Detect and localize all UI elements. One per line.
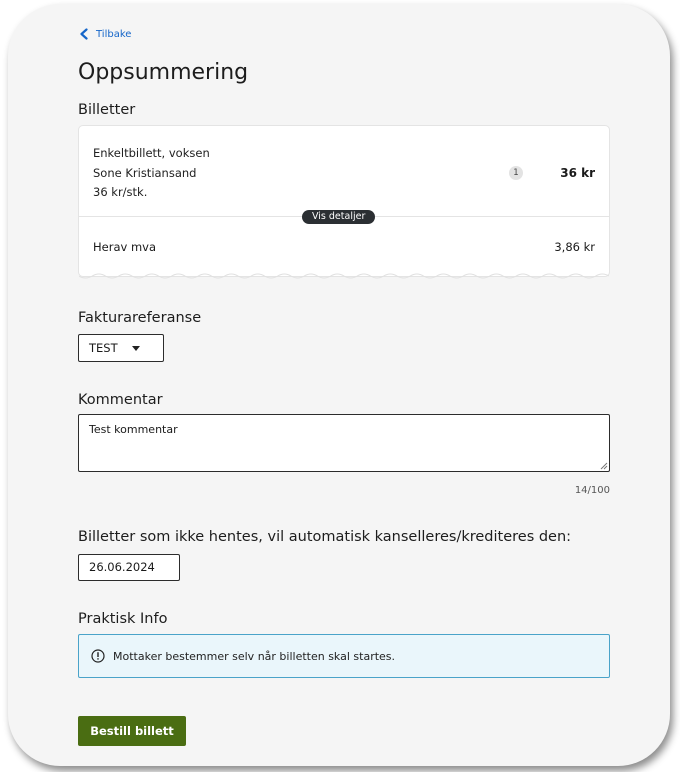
caret-down-icon xyxy=(131,345,140,351)
invoice-reference-value: TEST xyxy=(89,341,118,355)
resize-handle-icon[interactable] xyxy=(600,462,608,470)
quantity-badge: 1 xyxy=(509,166,523,180)
order-ticket-button[interactable]: Bestill billett xyxy=(78,716,186,746)
ticket-unit-price: 36 kr/stk. xyxy=(93,185,148,199)
back-link-label: Tilbake xyxy=(96,28,132,40)
receipt-edge xyxy=(79,273,609,279)
back-link[interactable]: Tilbake xyxy=(78,28,131,40)
info-alert: Mottaker bestemmer selv når billetten sk… xyxy=(78,634,610,678)
ticket-total-price: 36 kr xyxy=(560,166,595,180)
chevron-left-icon xyxy=(80,28,88,40)
tickets-heading: Billetter xyxy=(78,102,136,118)
vat-label: Herav mva xyxy=(93,240,157,254)
cancellation-date-field[interactable]: 26.06.2024 xyxy=(78,554,180,581)
summary-card: Tilbake Oppsummering Billetter Enkeltbil… xyxy=(8,4,670,766)
practical-info-heading: Praktisk Info xyxy=(78,611,168,627)
ticket-name: Enkeltbillett, voksen xyxy=(93,146,210,160)
page-title: Oppsummering xyxy=(78,60,249,85)
show-details-button[interactable]: Vis detaljer xyxy=(302,210,376,224)
info-circle-icon xyxy=(91,649,105,663)
comment-heading: Kommentar xyxy=(78,392,163,408)
info-message: Mottaker bestemmer selv når billetten sk… xyxy=(113,649,396,663)
comment-char-counter: 14/100 xyxy=(574,485,610,496)
vat-value: 3,86 kr xyxy=(554,240,595,254)
ticket-zone: Sone Kristiansand xyxy=(93,166,197,180)
comment-textarea[interactable]: Test kommentar xyxy=(78,414,610,472)
cancellation-heading: Billetter som ikke hentes, vil automatis… xyxy=(78,529,572,545)
invoice-reference-select[interactable]: TEST xyxy=(78,334,164,362)
ticket-summary-box: Enkeltbillett, voksen Sone Kristiansand … xyxy=(78,125,610,279)
invoice-reference-heading: Fakturareferanse xyxy=(78,310,202,326)
